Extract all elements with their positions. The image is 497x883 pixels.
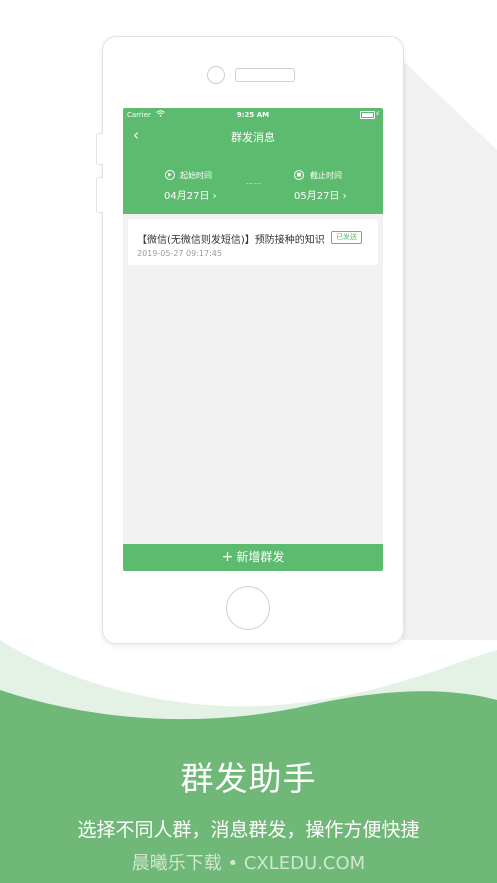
- home-button: [226, 586, 270, 630]
- promo-headline: 群发助手: [180, 759, 317, 798]
- promo-subline: 选择不同人群，消息群发，操作方便快捷: [77, 819, 420, 841]
- message-card[interactable]: 【微信(无微信则发短信)】预防接种的知识 已发送 2019-05-27 09:1…: [128, 219, 378, 265]
- phone-mockup: Carrier 9:25 AM ⚡ ‹ 群发消息 ▶ 起始时间 04月27日 ›…: [96, 36, 404, 644]
- stop-icon: ■: [294, 170, 304, 180]
- status-bar: Carrier 9:25 AM ⚡: [123, 108, 383, 122]
- start-date-picker[interactable]: 04月27日 ›: [164, 187, 217, 202]
- charging-icon: ⚡: [375, 110, 380, 118]
- new-broadcast-button[interactable]: + 新增群发: [123, 544, 383, 571]
- watermark-text: 晨曦乐下载 • CXLEDU.COM: [131, 853, 366, 874]
- phone-side-button: [96, 133, 103, 165]
- play-icon: ▶: [165, 170, 175, 180]
- end-time-label: 截止时间: [310, 171, 342, 180]
- phone-speaker: [235, 68, 295, 82]
- new-broadcast-label: 新增群发: [236, 550, 285, 564]
- phone-side-button: [96, 177, 103, 213]
- end-date-picker[interactable]: 05月27日 ›: [294, 187, 347, 202]
- message-title: 【微信(无微信则发短信)】预防接种的知识: [137, 235, 325, 246]
- plus-icon: +: [221, 549, 234, 565]
- page-title: 群发消息: [231, 131, 275, 144]
- app-header: Carrier 9:25 AM ⚡ ‹ 群发消息 ▶ 起始时间 04月27日 ›…: [123, 108, 383, 214]
- start-time-label: 起始时间: [180, 171, 212, 180]
- status-badge: 已发送: [331, 231, 362, 244]
- status-time: 9:25 AM: [236, 111, 270, 119]
- range-separator: ……: [246, 178, 262, 186]
- phone-camera: [207, 66, 225, 84]
- app-screen: Carrier 9:25 AM ⚡ ‹ 群发消息 ▶ 起始时间 04月27日 ›…: [123, 108, 383, 571]
- message-time: 2019-05-27 09:17:45: [137, 249, 222, 258]
- battery-icon: [360, 111, 375, 119]
- phone-shadow: [402, 60, 497, 640]
